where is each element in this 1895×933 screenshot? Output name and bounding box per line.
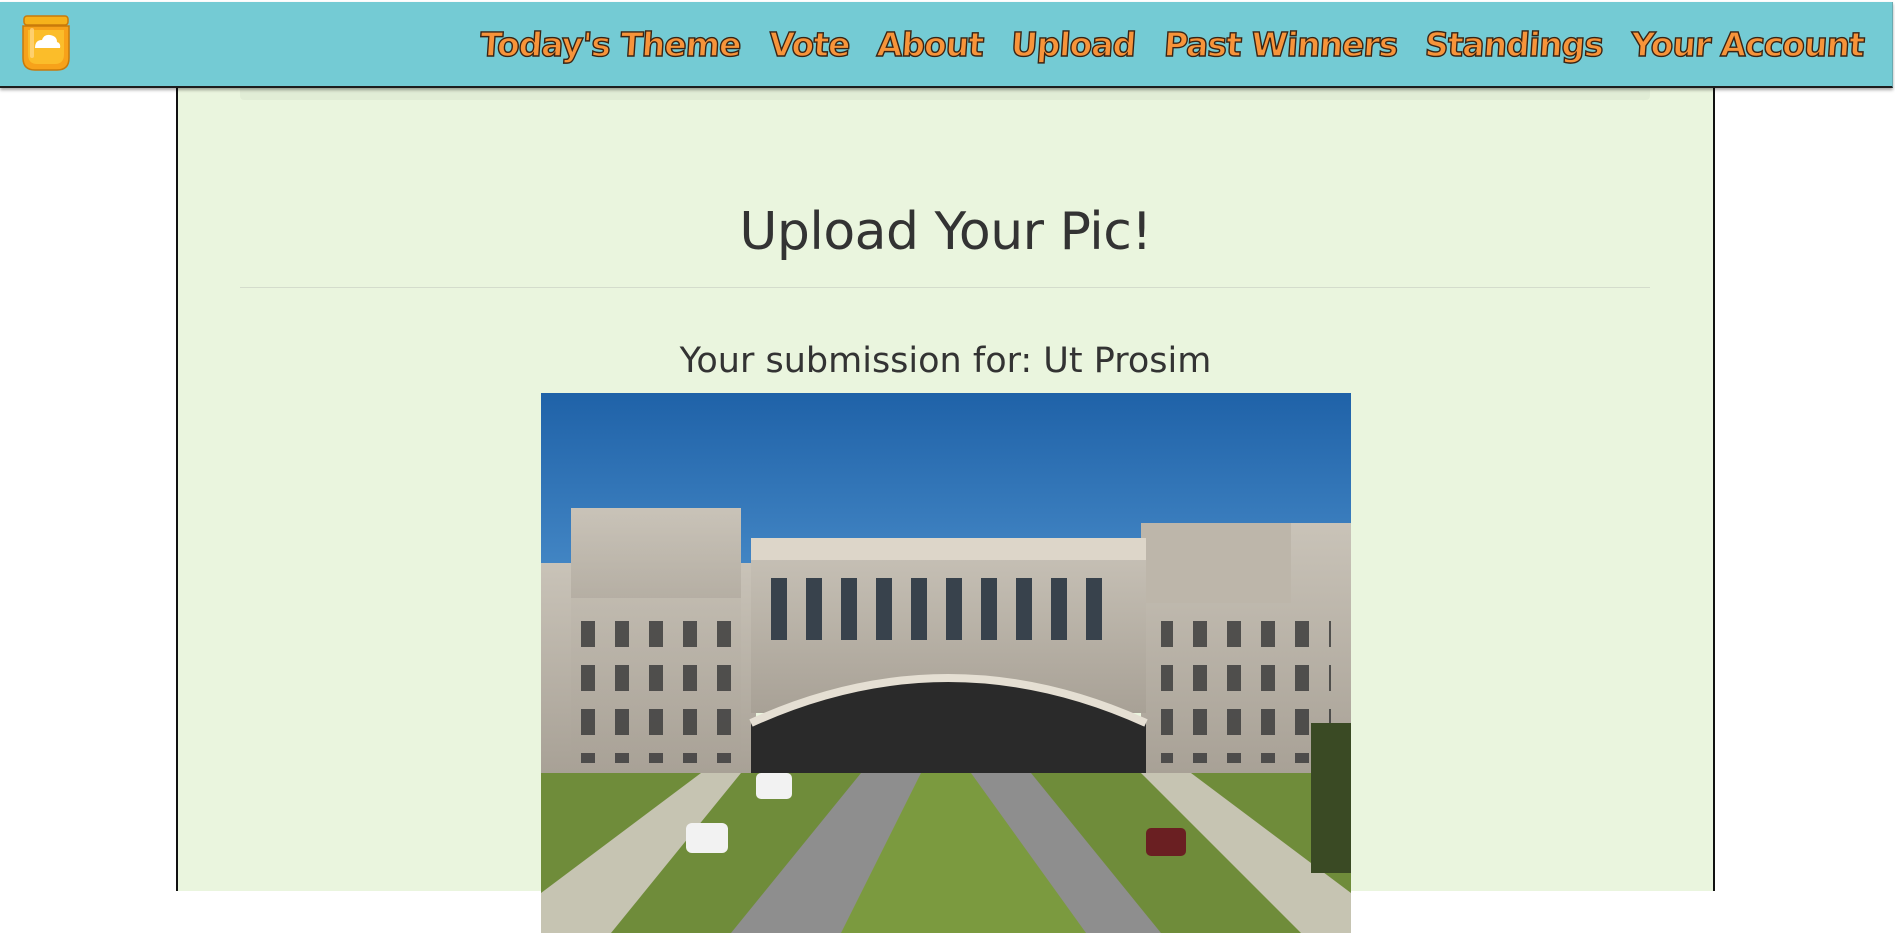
title-divider xyxy=(240,287,1650,288)
main-nav: Today's Theme Vote About Upload Past Win… xyxy=(478,2,1866,86)
page-title: Upload Your Pic! xyxy=(739,202,1152,262)
nav-your-account[interactable]: Your Account xyxy=(1629,24,1866,64)
nav-upload[interactable]: Upload xyxy=(1009,24,1137,64)
nav-todays-theme[interactable]: Today's Theme xyxy=(478,24,743,64)
upload-panel: Upload Your Pic! Your submission for: Ut… xyxy=(176,84,1715,933)
submission-label: Your submission for: Ut Prosim xyxy=(679,341,1212,381)
top-navbar: Today's Theme Vote About Upload Past Win… xyxy=(0,2,1893,88)
nav-about[interactable]: About xyxy=(875,24,985,64)
honey-jar-icon[interactable] xyxy=(18,14,74,72)
nav-vote[interactable]: Vote xyxy=(767,24,852,64)
nav-standings[interactable]: Standings xyxy=(1423,24,1605,64)
submission-photo xyxy=(541,393,1351,933)
nav-past-winners[interactable]: Past Winners xyxy=(1162,24,1400,64)
